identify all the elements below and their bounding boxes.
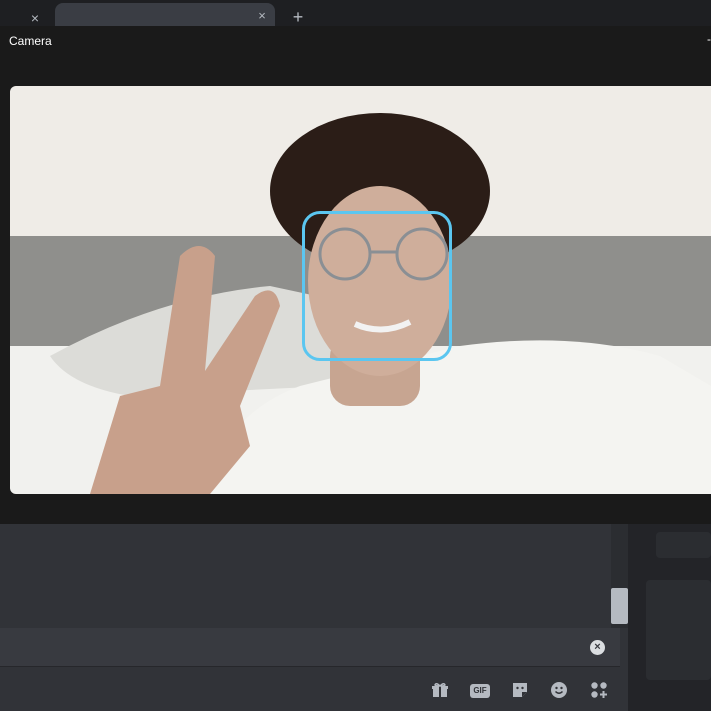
member-panel-card	[646, 580, 711, 680]
camera-title: Camera	[9, 34, 52, 48]
reply-bar	[0, 628, 620, 667]
face-detection-box	[302, 211, 452, 361]
gif-icon[interactable]: GIF	[470, 684, 490, 698]
minimize-icon[interactable]: -	[707, 32, 711, 46]
scrollbar-thumb[interactable]	[611, 588, 628, 624]
apps-icon[interactable]	[589, 681, 609, 699]
gift-icon[interactable]	[430, 681, 450, 699]
camera-window: Camera -	[0, 26, 711, 524]
tab-close-icon[interactable]: ×	[255, 9, 269, 23]
tab-strip: × × +	[0, 0, 711, 26]
member-panel-card	[656, 532, 711, 558]
sticker-icon[interactable]	[510, 681, 530, 699]
emoji-icon[interactable]	[549, 681, 569, 699]
close-reply-icon[interactable]: ×	[590, 640, 605, 655]
browser-tab-active[interactable]: ×	[55, 3, 275, 26]
camera-feed	[10, 86, 711, 494]
composer-toolbar	[0, 667, 628, 711]
new-tab-icon[interactable]: +	[289, 8, 307, 26]
message-area	[0, 524, 611, 628]
tab-close-icon[interactable]: ×	[27, 10, 43, 26]
